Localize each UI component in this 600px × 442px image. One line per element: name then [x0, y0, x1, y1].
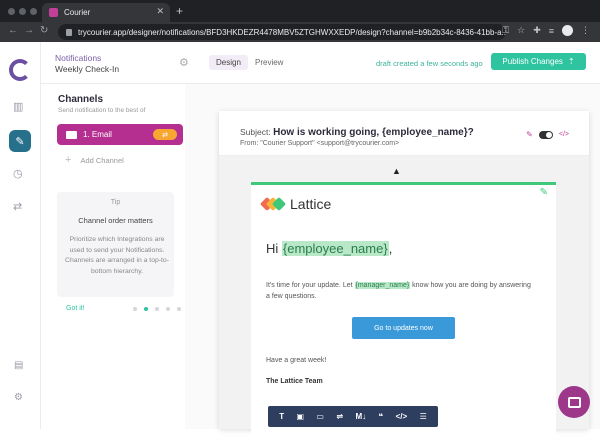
channel-email[interactable]: 1. Email ⇄: [57, 124, 183, 145]
formatting-toolbar: T ▣ ▭ ⇌ M↓ ❝ </> ☰: [268, 406, 438, 427]
menu-icon[interactable]: ⋮: [581, 25, 590, 36]
chat-launcher-button[interactable]: [558, 386, 590, 418]
pager-dot[interactable]: [144, 307, 148, 311]
publish-icon: ⇡: [567, 57, 575, 66]
page-title: Weekly Check-In: [55, 64, 120, 74]
variable-manager-name[interactable]: {manager_name}: [354, 282, 411, 289]
notification-settings-gear-icon[interactable]: ⚙: [179, 56, 189, 69]
integrations-icon[interactable]: ⇄: [13, 200, 22, 213]
url-field[interactable]: trycourier.app/designer/notifications/BF…: [58, 24, 506, 40]
publish-changes-button[interactable]: Publish Changes ⇡: [491, 53, 586, 70]
courier-logo-icon[interactable]: [9, 59, 31, 81]
subject-bar: Subject: How is working going, {employee…: [219, 111, 589, 156]
new-tab-icon[interactable]: +: [176, 4, 183, 18]
code-icon[interactable]: </>: [559, 131, 569, 138]
profile-avatar[interactable]: [562, 25, 573, 36]
brand-header: Lattice: [259, 196, 332, 212]
forward-icon[interactable]: →: [24, 25, 34, 36]
history-icon[interactable]: ◷: [13, 167, 23, 180]
team-signature[interactable]: The Lattice Team: [266, 378, 323, 385]
tip-body: Prioritize which Integrations are used t…: [65, 236, 169, 275]
publish-label: Publish Changes: [502, 57, 563, 66]
add-channel-label: Add Channel: [80, 155, 124, 165]
pager-dot[interactable]: [177, 307, 181, 311]
back-icon[interactable]: ←: [8, 25, 18, 36]
channel-email-label: 1. Email: [83, 130, 112, 139]
tab-preview[interactable]: Preview: [255, 58, 283, 67]
got-it-link[interactable]: Got it!: [66, 305, 85, 312]
button-icon[interactable]: ▭: [316, 412, 324, 421]
brand-edit-icon[interactable]: ✎: [526, 130, 533, 139]
greeting[interactable]: Hi {employee_name},: [266, 241, 392, 256]
channels-subtitle: Send notification to the best of: [58, 107, 146, 114]
chat-icon: [567, 396, 581, 408]
brand-name: Lattice: [290, 196, 332, 212]
markdown-icon[interactable]: M↓: [355, 412, 366, 421]
email-body: Lattice ✎ Hi {employee_name}, It's time …: [251, 182, 556, 442]
close-icon[interactable]: ✕: [156, 6, 164, 17]
lattice-logo-icon: [259, 196, 287, 212]
tip-card: Tip Channel order matters Prioritize whi…: [57, 192, 174, 297]
edit-pencil-icon[interactable]: ✎: [540, 187, 548, 198]
tip-heading: Tip: [110, 199, 121, 206]
pager-dot[interactable]: [155, 307, 159, 311]
tab-search-icon[interactable]: ≡: [549, 26, 554, 36]
signoff-text[interactable]: Have a great week!: [266, 357, 326, 364]
window-controls[interactable]: [8, 8, 37, 15]
channels-heading: Channels: [58, 94, 104, 105]
plus-icon: +: [65, 154, 72, 166]
greeting-suffix: ,: [388, 241, 393, 256]
greeting-prefix: Hi: [266, 241, 282, 256]
template-card: Subject: How is working going, {employee…: [219, 111, 589, 442]
pager-dot[interactable]: [166, 307, 170, 311]
list-icon[interactable]: ☰: [420, 412, 427, 421]
browser-tab-bar: Courier ✕ +: [0, 0, 600, 22]
subject-line[interactable]: Subject: How is working going, {employee…: [240, 127, 474, 138]
html-icon[interactable]: </>: [396, 412, 408, 421]
extensions-icon[interactable]: ✚: [533, 25, 541, 36]
cta-button[interactable]: Go to updates now: [352, 317, 455, 339]
tab-design[interactable]: Design: [209, 55, 248, 70]
designer-header: Notifications Weekly Check-In ⚙ Design P…: [41, 42, 600, 84]
tip-pager[interactable]: [133, 307, 181, 311]
star-icon[interactable]: ☆: [517, 25, 525, 36]
subject-label: Subject:: [240, 127, 271, 137]
url-text: trycourier.app/designer/notifications/BF…: [78, 27, 506, 37]
key-icon[interactable]: ⚿: [502, 25, 509, 36]
text-icon[interactable]: T: [279, 412, 284, 421]
tip-title: Channel order matters: [78, 216, 153, 225]
breadcrumb-notifications[interactable]: Notifications: [55, 53, 101, 63]
body-text[interactable]: It's time for your update. Let {manager_…: [266, 280, 536, 302]
notifications-icon[interactable]: ✎: [9, 130, 31, 152]
analytics-icon[interactable]: ▥: [13, 100, 23, 113]
reload-icon[interactable]: ↻: [40, 25, 48, 36]
docs-icon[interactable]: ▤: [14, 360, 23, 371]
browser-tab[interactable]: Courier ✕: [42, 3, 170, 22]
tab-title: Courier: [64, 8, 91, 17]
courier-favicon-icon: [49, 8, 58, 17]
email-preview-area: Lattice ✎ Hi {employee_name}, It's time …: [219, 156, 589, 442]
pager-dot[interactable]: [133, 307, 137, 311]
from-line: From: "Courier Support" <support@trycour…: [240, 140, 400, 147]
subject-value[interactable]: How is working going, {employee_name}?: [273, 127, 474, 138]
divider-icon[interactable]: ⇌: [336, 412, 343, 421]
variable-employee-name[interactable]: {employee_name}: [281, 241, 389, 256]
settings-gear-icon[interactable]: ⚙: [14, 392, 23, 403]
quote-icon[interactable]: ❝: [379, 412, 384, 421]
image-icon[interactable]: ▣: [296, 412, 304, 421]
mouse-cursor-icon: ▲: [392, 166, 401, 176]
integration-badge-icon[interactable]: ⇄: [153, 129, 177, 140]
mail-icon: [66, 130, 77, 139]
address-bar: ← → ↻ trycourier.app/designer/notificati…: [0, 22, 600, 42]
lock-icon: [66, 28, 72, 36]
add-channel-button[interactable]: + Add Channel: [65, 154, 124, 166]
code-toggle[interactable]: [538, 130, 553, 139]
body-text-before: It's time for your update. Let: [266, 282, 355, 289]
draft-status: draft created a few seconds ago: [376, 59, 483, 68]
